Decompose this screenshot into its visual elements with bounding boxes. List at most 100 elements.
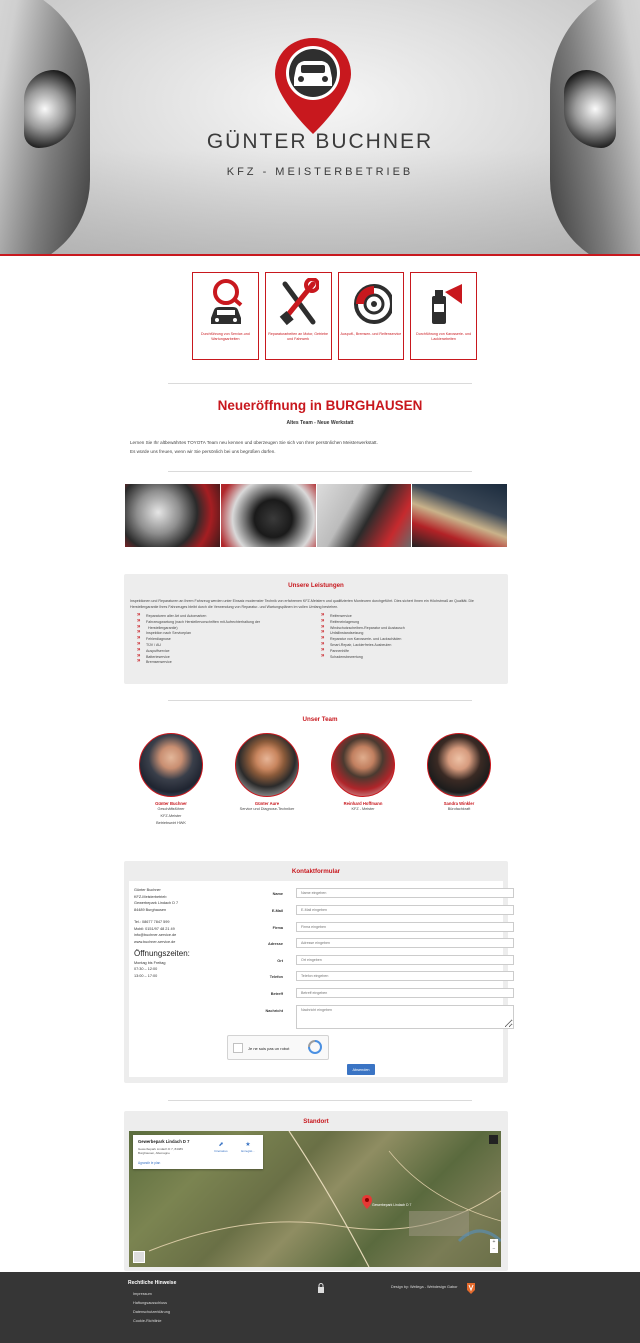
recaptcha-checkbox[interactable] xyxy=(233,1043,243,1053)
news-line: Lernen Sie Ihr altbewährtes TOYOTA Team … xyxy=(130,440,378,445)
email-input[interactable] xyxy=(296,905,514,915)
map-card-title: Gewerbepark Lindach D 7 xyxy=(138,1139,190,1144)
submit-button[interactable]: Absenden xyxy=(347,1064,375,1075)
hours-title: Öffnungszeiten: xyxy=(134,949,190,958)
map-pin-label: Gewerbepark Lindach D 7 xyxy=(372,1203,412,1207)
recaptcha-logo-icon xyxy=(308,1040,322,1054)
recaptcha-widget: Je ne suis pas un robot xyxy=(227,1035,329,1060)
map-layer-toggle[interactable] xyxy=(133,1251,145,1263)
directions-label[interactable]: Itinéraires xyxy=(211,1149,231,1153)
footer-title: Rechtliche Hinweise xyxy=(128,1280,177,1286)
map-card-address: Gewerbepark Lindach D 7, 84489 Burghause… xyxy=(138,1147,183,1155)
field-label: E-Mail xyxy=(271,909,283,913)
design-credit[interactable]: Design by: Weilega - Webdesign Gabor xyxy=(391,1285,458,1289)
brake-disc-icon xyxy=(353,284,392,324)
form-row-ort: Ort xyxy=(229,955,514,967)
form-row-adresse: Adresse xyxy=(229,938,514,950)
fullscreen-icon[interactable] xyxy=(489,1135,498,1144)
leistungen-list-left: Reparaturen aller Art und Automarken Fah… xyxy=(136,613,316,666)
list-item: Bremsenservice xyxy=(136,659,316,666)
member-role: Betriebswirt HWK xyxy=(156,821,186,825)
form-row-firma: Firma xyxy=(229,922,514,934)
avatar xyxy=(235,733,299,797)
footer-links: Impressum Haftungsausschluss Datenschutz… xyxy=(133,1290,170,1326)
divider xyxy=(168,700,472,701)
service-box-wartung[interactable]: Durchführung von Service-und Wartungsarb… xyxy=(192,272,259,360)
adresse-input[interactable] xyxy=(296,938,514,948)
team-member: Sandra Winkler Bürofachkraft xyxy=(413,733,505,813)
team-title: Unser Team xyxy=(302,716,338,723)
save-star-icon[interactable]: ★ xyxy=(237,1141,259,1148)
field-label: Firma xyxy=(272,926,283,930)
footer-link-cookies[interactable]: Cookie-Richtlinie xyxy=(133,1317,170,1326)
form-row-betreff: Betreff xyxy=(229,988,514,1000)
firma-input[interactable] xyxy=(296,922,514,932)
member-role: Bürofachkraft xyxy=(447,807,471,811)
service-box-reparatur[interactable]: Reparaturarbeiten an Motor, Getriebe und… xyxy=(264,272,332,360)
news-text: Lernen Sie Ihr altbewährtes TOYOTA Team … xyxy=(130,438,510,456)
map-pin-icon[interactable] xyxy=(362,1195,372,1209)
form-row-nachricht: Nachricht xyxy=(229,1005,514,1031)
leistungen-list-right: Reifenservice Reifeneinlagerung Windschu… xyxy=(320,613,500,660)
workshop-photo-brakes xyxy=(125,484,220,547)
footer-link-haftung[interactable]: Haftungsausschluss xyxy=(133,1299,170,1308)
ort-input[interactable] xyxy=(296,955,514,965)
betreff-input[interactable] xyxy=(296,988,514,998)
map-enlarge-link[interactable]: Agrandir le plan xyxy=(138,1161,160,1165)
google-map[interactable]: Gewerbepark Lindach D 7 Gewerbepark Lind… xyxy=(129,1131,501,1267)
team-member: Reinhard Hoffmann KFZ - Meister xyxy=(317,733,409,813)
recaptcha-label: Je ne suis pas un robot xyxy=(248,1046,290,1051)
field-label: Name xyxy=(272,892,283,896)
member-role: KFZ - Meister xyxy=(351,807,375,811)
workshop-photo-wheel xyxy=(220,484,316,547)
team-member: Günter Aure Service und Diagnose-Technik… xyxy=(221,733,313,813)
brand-tagline: KFZ - MEISTERBETRIEB xyxy=(226,166,414,178)
service-label: Durchführung von Service-und Wartungsarb… xyxy=(201,332,250,341)
avatar xyxy=(139,733,203,797)
news-title: Neueröffnung in BURGHAUSEN xyxy=(217,398,423,413)
footer-link-impressum[interactable]: Impressum xyxy=(133,1290,170,1299)
map-info-card: Gewerbepark Lindach D 7 Gewerbepark Lind… xyxy=(133,1135,263,1169)
brand-title: GÜNTER BUCHNER xyxy=(206,130,434,153)
logo-pin-icon xyxy=(275,38,351,134)
news-line: Es würde uns freuen, wenn wir Sie persön… xyxy=(130,449,276,454)
form-row-email: E-Mail xyxy=(229,905,514,917)
member-role: Geschäftsführer xyxy=(157,807,185,811)
service-label: Durchführung von Karosserie- und Lackier… xyxy=(416,332,472,341)
kontakt-panel: Kontaktformular Günter Buchner KFZ-Meist… xyxy=(124,861,514,1083)
divider xyxy=(168,471,472,472)
car-right-image xyxy=(550,0,640,254)
service-label: Reparaturarbeiten an Motor, Getriebe und… xyxy=(268,332,328,341)
form-row-name: Name xyxy=(229,888,514,900)
kontakt-title: Kontaktformular xyxy=(291,868,341,875)
field-label: Ort xyxy=(277,959,283,963)
nachricht-textarea[interactable] xyxy=(296,1005,514,1029)
service-box-lackierung[interactable]: Durchführung von Karosserie- und Lackier… xyxy=(410,272,477,360)
save-label[interactable]: Enregist... xyxy=(237,1149,259,1153)
leistungen-panel: Unsere Leistungen Inspektionen und Repar… xyxy=(124,574,508,684)
website-link[interactable]: www.buchner-service.de xyxy=(134,939,234,946)
telefon-input[interactable] xyxy=(296,971,514,981)
leistungen-title: Unsere Leistungen xyxy=(288,582,344,589)
news-subtitle: Altes Team - Neue Werkstatt xyxy=(286,420,354,426)
name-input[interactable] xyxy=(296,888,514,898)
member-role: KFZ-Meister xyxy=(160,814,182,818)
car-search-icon xyxy=(211,279,243,324)
webdesign-logo-icon[interactable] xyxy=(467,1283,475,1294)
divider xyxy=(168,383,472,384)
lock-icon[interactable] xyxy=(317,1283,325,1293)
standort-title: Standort xyxy=(303,1118,329,1125)
service-boxes: Durchführung von Service-und Wartungsarb… xyxy=(192,272,477,362)
service-label: Auspuff-, Bremsen- und Reifenservice xyxy=(340,332,402,336)
footer-link-datenschutz[interactable]: Datenschutzerklärung xyxy=(133,1308,170,1317)
workshop-photo-tyre xyxy=(316,484,412,547)
member-role: Service und Diagnose-Techniker xyxy=(239,807,295,811)
zoom-controls[interactable]: + − xyxy=(490,1239,498,1253)
hours-line: 13:00 – 17:00 xyxy=(134,973,158,978)
service-box-bremsen[interactable]: Auspuff-, Bremsen- und Reifenservice xyxy=(337,272,405,360)
directions-icon[interactable]: ⬈ xyxy=(211,1141,231,1148)
hero-banner: GÜNTER BUCHNER KFZ - MEISTERBETRIEB xyxy=(0,0,640,256)
field-label: Nachricht xyxy=(265,1009,283,1013)
workshop-photos xyxy=(125,484,507,547)
field-label: Telefon xyxy=(269,975,283,979)
